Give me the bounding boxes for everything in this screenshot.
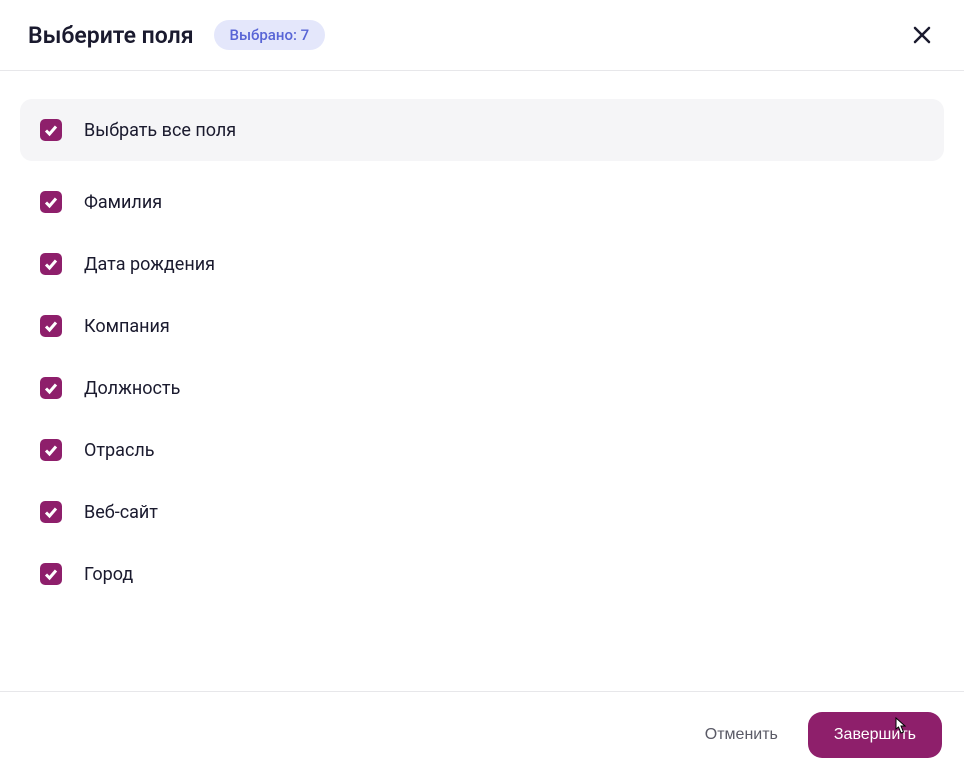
cancel-button[interactable]: Отменить — [697, 716, 786, 754]
fields-list: Выбрать все поля Фамилия Дата рождения К… — [0, 71, 964, 625]
select-all-row[interactable]: Выбрать все поля — [20, 99, 944, 161]
checkbox[interactable] — [40, 501, 62, 523]
dialog-header: Выберите поля Выбрано: 7 — [0, 0, 964, 71]
field-label: Город — [84, 564, 133, 585]
selected-count-badge: Выбрано: 7 — [214, 20, 326, 50]
field-row[interactable]: Отрасль — [20, 419, 944, 481]
field-label: Дата рождения — [84, 254, 215, 275]
close-icon — [913, 26, 931, 44]
field-row[interactable]: Веб-сайт — [20, 481, 944, 543]
field-row[interactable]: Дата рождения — [20, 233, 944, 295]
check-icon — [44, 567, 58, 581]
field-row[interactable]: Должность — [20, 357, 944, 419]
dialog-footer: Отменить Завершить — [0, 691, 964, 778]
checkbox[interactable] — [40, 253, 62, 275]
check-icon — [44, 505, 58, 519]
check-icon — [44, 381, 58, 395]
check-icon — [44, 443, 58, 457]
checkbox[interactable] — [40, 563, 62, 585]
checkbox[interactable] — [40, 377, 62, 399]
field-label: Должность — [84, 378, 180, 399]
close-button[interactable] — [908, 21, 936, 49]
checkbox[interactable] — [40, 315, 62, 337]
check-icon — [44, 123, 58, 137]
checkbox[interactable] — [40, 191, 62, 213]
check-icon — [44, 257, 58, 271]
checkbox-select-all[interactable] — [40, 119, 62, 141]
field-row[interactable]: Город — [20, 543, 944, 605]
check-icon — [44, 319, 58, 333]
submit-button[interactable]: Завершить — [808, 712, 942, 758]
select-all-label: Выбрать все поля — [84, 120, 236, 141]
field-label: Веб-сайт — [84, 502, 158, 523]
check-icon — [44, 195, 58, 209]
field-row[interactable]: Компания — [20, 295, 944, 357]
field-label: Компания — [84, 316, 170, 337]
checkbox[interactable] — [40, 439, 62, 461]
field-row[interactable]: Фамилия — [20, 171, 944, 233]
field-label: Отрасль — [84, 440, 155, 461]
dialog-title: Выберите поля — [28, 22, 194, 49]
field-label: Фамилия — [84, 192, 162, 213]
